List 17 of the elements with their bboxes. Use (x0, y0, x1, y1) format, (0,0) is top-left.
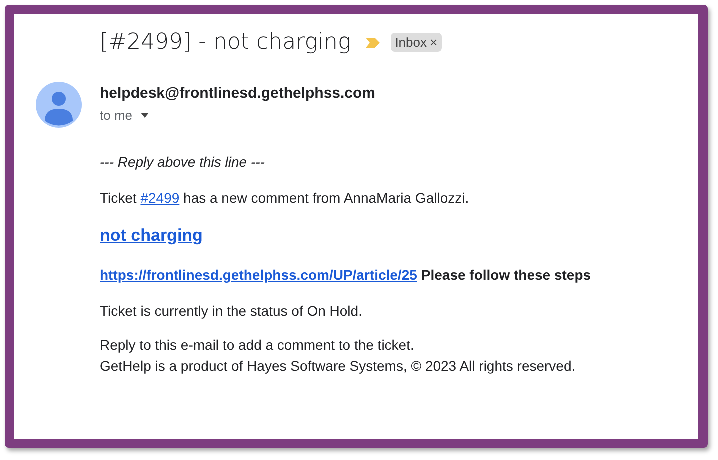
article-link[interactable]: https://frontlinesd.gethelphss.com/UP/article/25 (100, 267, 418, 283)
recipient-dropdown[interactable]: to me (100, 108, 149, 123)
label-text: Inbox (395, 35, 427, 50)
importance-marker-icon[interactable] (365, 36, 382, 48)
ticket-link[interactable]: #2499 (140, 190, 180, 206)
footer-text: GetHelp is a product of Hayes Software Systems, © 2023 All rights reserved. (100, 358, 576, 374)
ticket-title-link[interactable]: not charging (100, 226, 203, 246)
reply-separator: --- Reply above this line --- (100, 154, 265, 170)
comment-sentence: Ticket #2499 has a new comment from AnnaMaria Gallozzi. (100, 190, 470, 206)
sender-address: helpdesk@frontlinesd.gethelphss.com (100, 85, 376, 102)
caret-icon (140, 113, 149, 118)
footer-text: Reply to this e-mail to add a comment to the ticket. (100, 337, 416, 353)
avatar-icon (36, 82, 82, 128)
status-text: Ticket is currently in the status of On Hold. (100, 303, 362, 319)
email-subject: [#2499] - not charging (100, 30, 352, 55)
article-note: Please follow these steps (421, 267, 592, 283)
remove-label-button[interactable]: × (430, 35, 438, 50)
